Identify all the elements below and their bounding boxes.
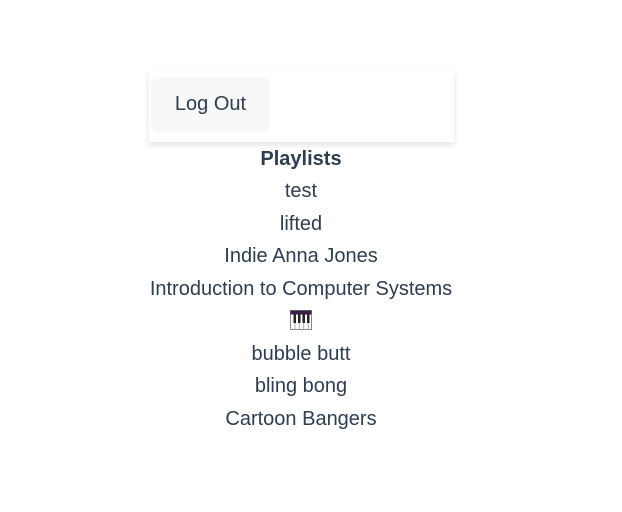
playlists-section: Playlists test lifted Indie Anna Jones I… bbox=[0, 143, 602, 435]
playlist-item[interactable]: bubble butt bbox=[0, 338, 602, 371]
playlist-item[interactable]: Cartoon Bangers bbox=[0, 403, 602, 436]
playlist-item-piano[interactable] bbox=[0, 305, 602, 338]
playlist-item[interactable]: test bbox=[0, 175, 602, 208]
piano-keyboard-icon bbox=[290, 310, 312, 331]
playlist-item[interactable]: lifted bbox=[0, 208, 602, 241]
playlist-item[interactable]: Introduction to Computer Systems bbox=[0, 273, 602, 306]
playlist-item[interactable]: bling bong bbox=[0, 370, 602, 403]
header-card: Log Out bbox=[149, 70, 454, 142]
playlists-heading: Playlists bbox=[260, 148, 342, 170]
page: Log Out Playlists test lifted Indie Anna… bbox=[0, 0, 622, 512]
playlist-list: test lifted Indie Anna Jones Introductio… bbox=[0, 175, 602, 435]
playlist-item[interactable]: Indie Anna Jones bbox=[0, 240, 602, 273]
logout-button[interactable]: Log Out bbox=[151, 77, 270, 132]
